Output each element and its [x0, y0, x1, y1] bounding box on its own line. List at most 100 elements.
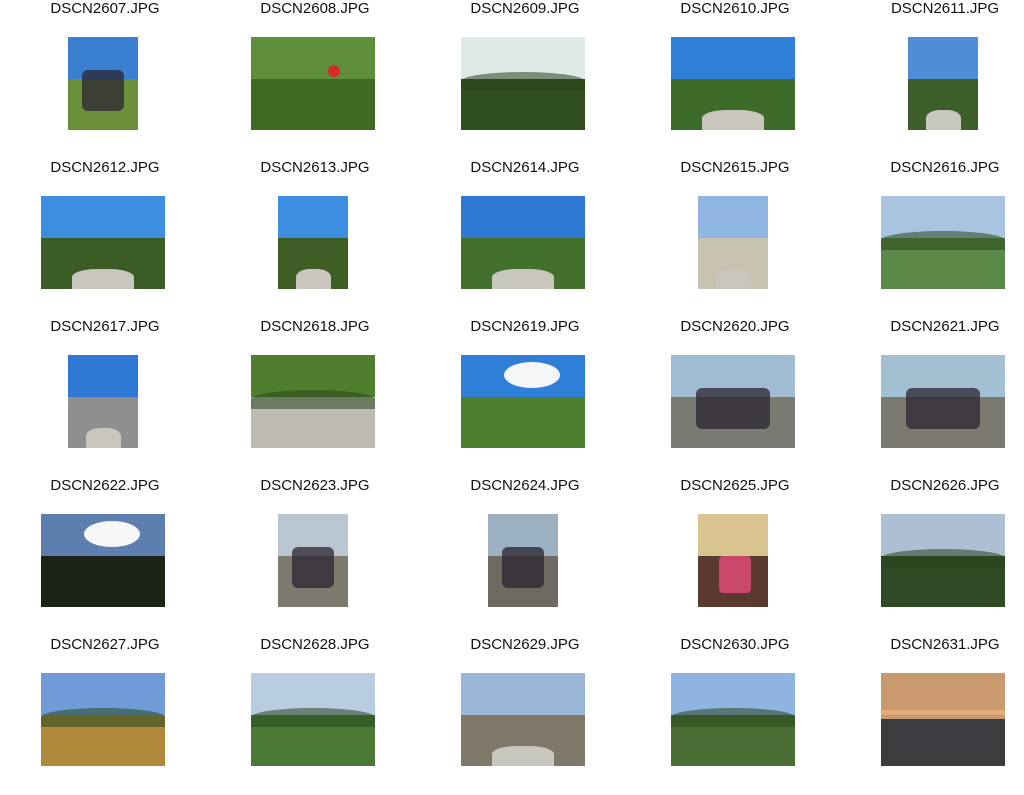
- thumbnail-lower-tone: [461, 396, 585, 448]
- photo-thumbnail[interactable]: [461, 37, 585, 130]
- thumbnail-item[interactable]: DSCN2609.JPG: [420, 0, 630, 159]
- thumbnail-item[interactable]: DSCN2622.JPG: [0, 477, 210, 636]
- photo-thumbnail[interactable]: [278, 514, 348, 607]
- thumbnail-filename: DSCN2609.JPG: [470, 0, 580, 17]
- photo-thumbnail[interactable]: [881, 196, 1005, 289]
- thumbnail-filename: DSCN2611.JPG: [890, 0, 1000, 17]
- thumbnail-filename: DSCN2630.JPG: [680, 636, 790, 653]
- thumbnail-item[interactable]: DSCN2612.JPG: [0, 159, 210, 318]
- thumbnail-scene-accent: [82, 69, 124, 112]
- thumbnail-item[interactable]: DSCN2631.JPG: [840, 636, 1024, 795]
- thumbnail-item[interactable]: DSCN2614.JPG: [420, 159, 630, 318]
- photo-thumbnail[interactable]: [881, 673, 1005, 766]
- thumbnail-scene-accent: [905, 387, 981, 430]
- thumbnail-scene-accent: [702, 109, 764, 130]
- thumbnail-filename: DSCN2613.JPG: [260, 159, 370, 176]
- photo-thumbnail[interactable]: [461, 196, 585, 289]
- thumbnail-item[interactable]: DSCN2621.JPG: [840, 318, 1024, 477]
- photo-thumbnail[interactable]: [41, 673, 165, 766]
- thumbnail-filename: DSCN2622.JPG: [50, 477, 160, 494]
- photo-thumbnail[interactable]: [698, 196, 768, 289]
- thumbnail-scene-accent: [295, 268, 331, 289]
- thumbnail-item[interactable]: DSCN2620.JPG: [630, 318, 840, 477]
- thumbnail-filename: DSCN2623.JPG: [260, 477, 370, 494]
- thumbnail-item[interactable]: DSCN2608.JPG: [210, 0, 420, 159]
- thumbnail-filename: DSCN2614.JPG: [470, 159, 580, 176]
- thumbnail-filename: DSCN2615.JPG: [680, 159, 790, 176]
- thumbnail-item[interactable]: DSCN2623.JPG: [210, 477, 420, 636]
- thumbnail-item[interactable]: DSCN2628.JPG: [210, 636, 420, 795]
- thumbnail-filename: DSCN2629.JPG: [470, 636, 580, 653]
- photo-thumbnail[interactable]: [671, 673, 795, 766]
- photo-thumbnail[interactable]: [278, 196, 348, 289]
- photo-thumbnail[interactable]: [41, 514, 165, 607]
- thumbnail-item[interactable]: DSCN2627.JPG: [0, 636, 210, 795]
- thumbnail-item[interactable]: DSCN2611.JPG: [840, 0, 1024, 159]
- thumbnail-scene-accent: [881, 710, 1005, 720]
- thumbnail-scene-accent: [492, 268, 554, 289]
- thumbnail-filename: DSCN2619.JPG: [470, 318, 580, 335]
- thumbnail-item[interactable]: DSCN2626.JPG: [840, 477, 1024, 636]
- thumbnail-filename: DSCN2610.JPG: [680, 0, 790, 17]
- thumbnail-lower-tone: [251, 78, 375, 130]
- photo-thumbnail[interactable]: [251, 355, 375, 448]
- thumbnail-filename: DSCN2627.JPG: [50, 636, 160, 653]
- thumbnail-lower-tone: [41, 555, 165, 607]
- thumbnail-item[interactable]: DSCN2625.JPG: [630, 477, 840, 636]
- photo-thumbnail[interactable]: [881, 355, 1005, 448]
- thumbnail-filename: DSCN2607.JPG: [50, 0, 160, 17]
- photo-thumbnail[interactable]: [671, 37, 795, 130]
- thumbnail-scene-accent: [461, 72, 585, 91]
- thumbnail-scene-accent: [251, 390, 375, 409]
- photo-thumbnail[interactable]: [41, 196, 165, 289]
- thumbnail-item[interactable]: DSCN2629.JPG: [420, 636, 630, 795]
- thumbnail-item[interactable]: DSCN2618.JPG: [210, 318, 420, 477]
- thumbnail-scene-accent: [715, 268, 751, 289]
- thumbnail-scene-accent: [671, 708, 795, 727]
- thumbnail-item[interactable]: DSCN2619.JPG: [420, 318, 630, 477]
- thumbnail-scene-accent: [881, 231, 1005, 250]
- photo-thumbnail[interactable]: [908, 37, 978, 130]
- thumbnail-item[interactable]: DSCN2616.JPG: [840, 159, 1024, 318]
- thumbnail-filename: DSCN2616.JPG: [890, 159, 1000, 176]
- thumbnail-filename: DSCN2625.JPG: [680, 477, 790, 494]
- thumbnail-scene-accent: [492, 745, 554, 766]
- photo-thumbnail[interactable]: [461, 673, 585, 766]
- thumbnail-scene-accent: [85, 427, 121, 448]
- thumbnail-scene-accent: [327, 64, 340, 77]
- thumbnail-filename: DSCN2628.JPG: [260, 636, 370, 653]
- thumbnail-filename: DSCN2620.JPG: [680, 318, 790, 335]
- thumbnail-item[interactable]: DSCN2607.JPG: [0, 0, 210, 159]
- thumbnail-filename: DSCN2617.JPG: [50, 318, 160, 335]
- thumbnail-scene-accent: [292, 546, 334, 589]
- thumbnail-item[interactable]: DSCN2624.JPG: [420, 477, 630, 636]
- thumbnail-item[interactable]: DSCN2630.JPG: [630, 636, 840, 795]
- photo-thumbnail[interactable]: [251, 37, 375, 130]
- thumbnail-item[interactable]: DSCN2615.JPG: [630, 159, 840, 318]
- photo-thumbnail[interactable]: [461, 355, 585, 448]
- thumbnail-scene-accent: [502, 546, 544, 589]
- photo-thumbnail[interactable]: [68, 37, 138, 130]
- thumbnail-grid: DSCN2607.JPG DSCN2608.JPG DSCN2609.JPG DSCN…: [0, 0, 1024, 768]
- thumbnail-lower-tone: [881, 714, 1005, 766]
- thumbnail-scene-accent: [719, 555, 751, 594]
- thumbnail-scene-accent: [695, 387, 771, 430]
- thumbnail-scene-accent: [881, 549, 1005, 568]
- thumbnail-scene-accent: [72, 268, 134, 289]
- thumbnail-item[interactable]: DSCN2617.JPG: [0, 318, 210, 477]
- photo-thumbnail[interactable]: [251, 673, 375, 766]
- thumbnail-filename: DSCN2626.JPG: [890, 477, 1000, 494]
- photo-thumbnail[interactable]: [698, 514, 768, 607]
- thumbnail-filename: DSCN2624.JPG: [470, 477, 580, 494]
- thumbnail-item[interactable]: DSCN2610.JPG: [630, 0, 840, 159]
- photo-thumbnail[interactable]: [488, 514, 558, 607]
- thumbnail-scene-accent: [41, 708, 165, 727]
- photo-thumbnail[interactable]: [68, 355, 138, 448]
- photo-thumbnail[interactable]: [881, 514, 1005, 607]
- thumbnail-filename: DSCN2608.JPG: [260, 0, 370, 17]
- photo-thumbnail[interactable]: [671, 355, 795, 448]
- thumbnail-item[interactable]: DSCN2613.JPG: [210, 159, 420, 318]
- thumbnail-filename: DSCN2621.JPG: [890, 318, 1000, 335]
- thumbnail-filename: DSCN2631.JPG: [890, 636, 1000, 653]
- thumbnail-filename: DSCN2612.JPG: [50, 159, 160, 176]
